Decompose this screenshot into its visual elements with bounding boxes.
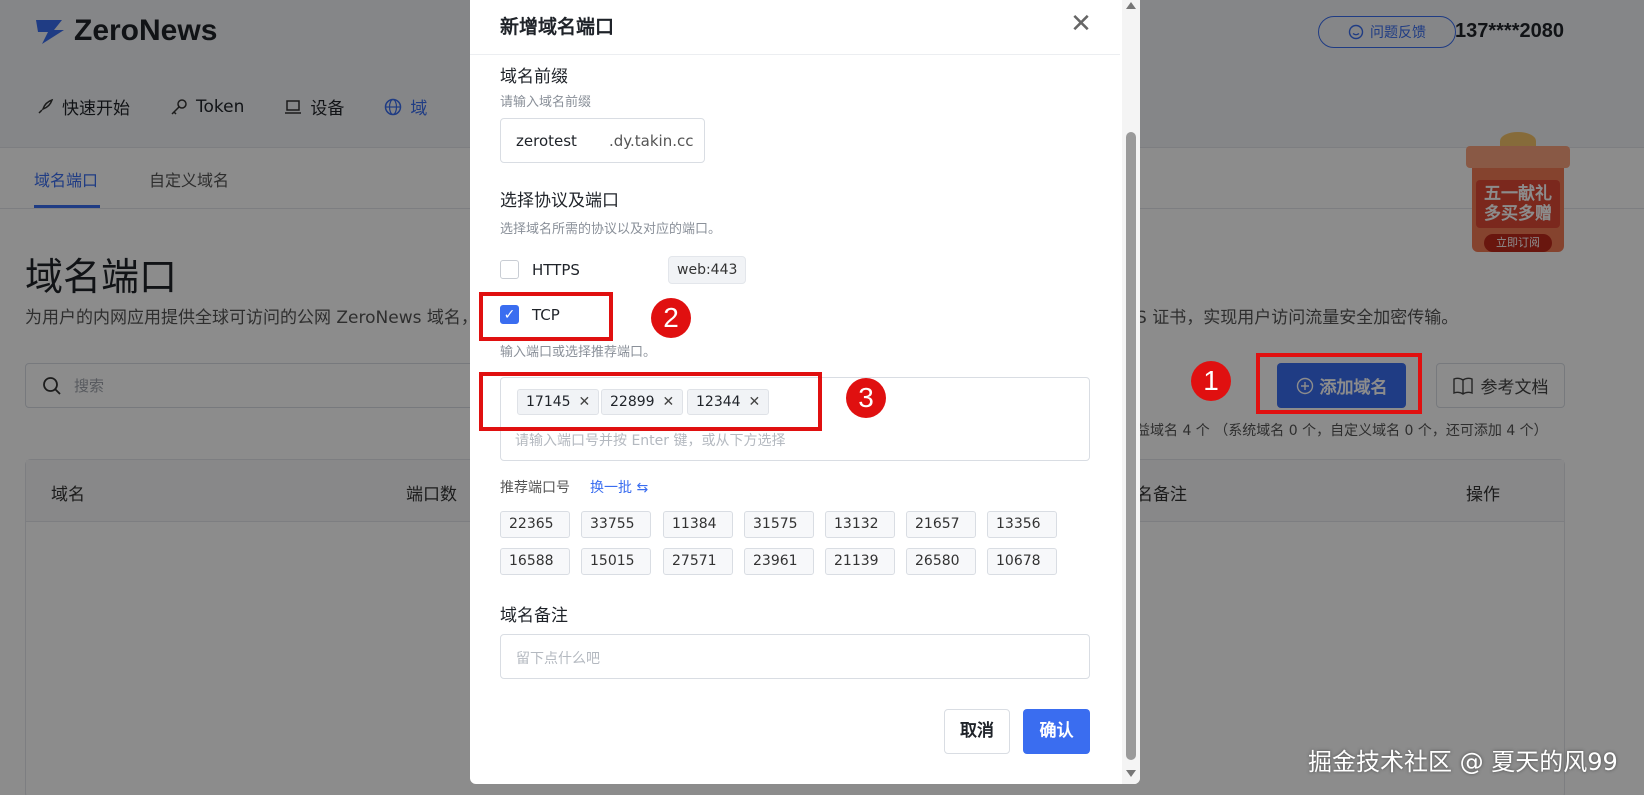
watermark: 掘金技术社区 @ 夏天的风99	[1308, 748, 1618, 776]
annotation-box-1	[1256, 353, 1422, 414]
recommended-ports-label: 推荐端口号	[500, 480, 570, 496]
domain-prefix-input[interactable]: zerotest .dy.takin.cc	[500, 118, 705, 163]
recommended-port[interactable]: 27571	[663, 548, 733, 575]
ports-hint: 输入端口或选择推荐端口。	[500, 345, 657, 360]
prefix-value: zerotest	[516, 132, 577, 150]
dialog-header: 新增域名端口 ✕	[470, 0, 1120, 55]
annotation-number-2: 2	[651, 298, 691, 338]
recommended-port[interactable]: 16588	[500, 548, 570, 575]
refresh-ports-link[interactable]: 换一批 ⇆	[590, 477, 648, 497]
protocol-label: 选择协议及端口	[500, 191, 619, 211]
refresh-label: 换一批	[590, 480, 632, 496]
recommended-port[interactable]: 13132	[825, 511, 895, 538]
scroll-up-arrow-icon[interactable]	[1126, 2, 1136, 9]
recommended-port[interactable]: 21657	[906, 511, 976, 538]
cancel-button[interactable]: 取消	[944, 709, 1010, 754]
domain-suffix: .dy.takin.cc	[609, 132, 694, 150]
dialog-scrollbar[interactable]	[1122, 0, 1140, 784]
domain-note-input[interactable]: 留下点什么吧	[500, 634, 1090, 679]
scrollbar-thumb[interactable]	[1126, 132, 1136, 760]
recommended-port[interactable]: 15015	[581, 548, 651, 575]
annotation-number-1: 1	[1191, 361, 1231, 401]
close-icon[interactable]: ✕	[1066, 10, 1096, 40]
https-port-tag: web:443	[668, 256, 747, 284]
https-checkbox[interactable]	[500, 260, 519, 279]
protocol-hint: 选择域名所需的协议以及对应的端口。	[500, 222, 722, 237]
recommended-port[interactable]: 31575	[744, 511, 814, 538]
recommended-port[interactable]: 23961	[744, 548, 814, 575]
recommended-port[interactable]: 10678	[987, 548, 1057, 575]
recommended-port[interactable]: 26580	[906, 548, 976, 575]
scroll-down-arrow-icon[interactable]	[1126, 770, 1136, 777]
https-label: HTTPS	[532, 261, 580, 279]
note-placeholder: 留下点什么吧	[516, 651, 600, 667]
recommended-port[interactable]: 21139	[825, 548, 895, 575]
confirm-button[interactable]: 确认	[1023, 709, 1090, 754]
prefix-hint: 请输入域名前缀	[500, 95, 592, 110]
annotation-number-3: 3	[846, 378, 886, 418]
annotation-box-2	[479, 292, 613, 341]
dialog-title: 新增域名端口	[500, 16, 615, 38]
recommended-port[interactable]: 11384	[663, 511, 733, 538]
prefix-label: 域名前缀	[500, 67, 568, 87]
annotation-box-3	[479, 372, 822, 431]
recommended-port[interactable]: 22365	[500, 511, 570, 538]
recommended-port[interactable]: 13356	[987, 511, 1057, 538]
ports-placeholder: 请输入端口号并按 Enter 键，或从下方选择	[515, 433, 786, 449]
note-label: 域名备注	[500, 606, 568, 626]
recommended-port[interactable]: 33755	[581, 511, 651, 538]
swap-icon: ⇆	[636, 480, 649, 496]
